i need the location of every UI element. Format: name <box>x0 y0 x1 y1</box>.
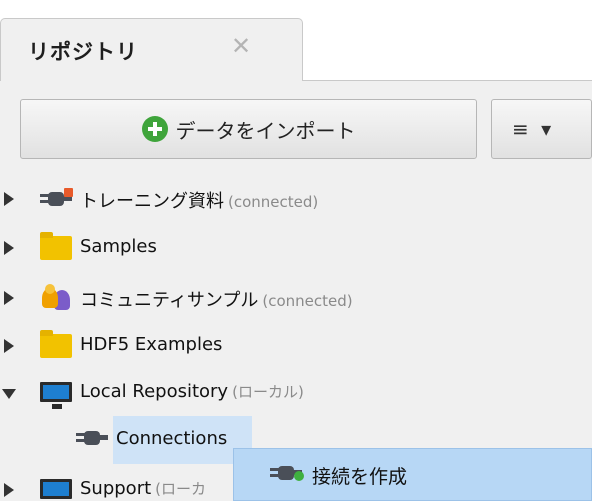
close-icon[interactable]: ✕ <box>231 34 251 58</box>
tree-item-community-samples[interactable]: コミュニティサンプル (connected) <box>0 278 592 318</box>
context-menu: 接続を作成 <box>233 448 592 501</box>
tab-title: リポジトリ <box>28 40 138 64</box>
plug-cloud-icon <box>40 187 73 211</box>
monitor-icon <box>40 382 72 409</box>
tab-repository[interactable]: リポジトリ ✕ <box>0 18 303 82</box>
tree-item-training[interactable]: トレーニング資料 (connected) <box>0 179 592 219</box>
plug-add-icon <box>270 461 304 485</box>
menu-dropdown-button[interactable]: ≡ ▾ <box>491 99 592 159</box>
expand-arrow-icon[interactable] <box>4 483 14 497</box>
expand-arrow-icon[interactable] <box>4 291 14 305</box>
context-menu-label: 接続を作成 <box>312 466 408 488</box>
expand-arrow-icon[interactable] <box>4 241 14 255</box>
expand-arrow-icon[interactable] <box>4 339 14 353</box>
tree-item-label: トレーニング資料 (connected) <box>80 191 319 212</box>
tree-item-label: HDF5 Examples <box>80 334 223 355</box>
tree-item-local-repository[interactable]: Local Repository (ローカル) <box>0 373 592 413</box>
tree-item-hdf5-examples[interactable]: HDF5 Examples <box>0 326 592 366</box>
monitor-icon <box>40 479 72 499</box>
tree-item-label: コミュニティサンプル (connected) <box>80 290 353 311</box>
hamburger-chevron-icon: ≡ ▾ <box>512 117 555 141</box>
folder-icon <box>40 232 72 260</box>
plug-icon <box>76 426 108 450</box>
context-menu-item-create-connection[interactable]: 接続を作成 <box>234 449 591 500</box>
folder-icon <box>40 330 72 358</box>
collapse-arrow-icon[interactable] <box>2 389 16 399</box>
tab-strip: リポジトリ ✕ <box>0 0 592 82</box>
tree-item-label: Samples <box>80 236 157 257</box>
import-data-button[interactable]: データをインポート <box>20 99 477 159</box>
users-icon <box>40 284 72 310</box>
tree-item-label: Local Repository (ローカル) <box>80 381 304 402</box>
tree-item-samples[interactable]: Samples <box>0 228 592 268</box>
expand-arrow-icon[interactable] <box>4 192 14 206</box>
tree-item-label: Support (ローカ <box>80 478 207 499</box>
plus-circle-icon <box>141 116 168 142</box>
import-data-label: データをインポート <box>175 118 356 143</box>
tree-item-label: Connections <box>116 428 228 449</box>
